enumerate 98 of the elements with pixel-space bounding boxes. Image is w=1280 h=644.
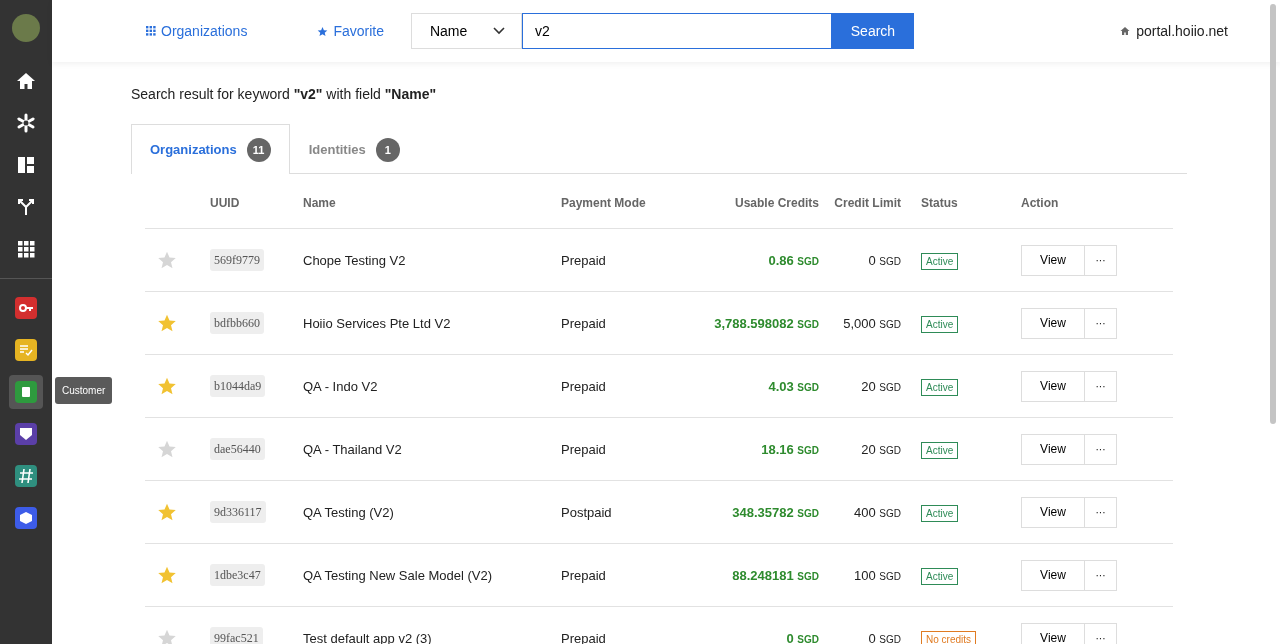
count-badge: 1 <box>375 137 400 162</box>
search-field[interactable]: v2 <box>521 13 832 49</box>
tab[interactable]: Organizations 11 <box>131 124 290 174</box>
column-header: Credit Limit <box>833 196 902 210</box>
star-icon[interactable] <box>157 250 177 270</box>
usable-credits-cell-text: 88.248181 SGD <box>731 567 819 583</box>
status-tag: Active <box>921 441 959 459</box>
uuid-tag: 569f9779 <box>210 249 264 271</box>
search-result-heading: Search result for keyword "v2" with field "Name" <box>131 86 438 102</box>
usable-credits-cell-text: 348.35782 SGD <box>731 504 819 520</box>
field-dropdown[interactable]: Name <box>410 13 522 49</box>
star-icon[interactable] <box>157 376 177 396</box>
customer-app-button[interactable] <box>15 381 37 403</box>
asterisk-icon <box>16 113 36 133</box>
column-header: UUID <box>210 196 241 210</box>
star-icon[interactable] <box>157 313 177 333</box>
view-button[interactable]: View <box>1021 244 1085 276</box>
column-header: Usable Credits <box>733 196 819 210</box>
home-icon <box>16 71 36 91</box>
star-icon[interactable] <box>157 502 177 522</box>
home-icon <box>1120 26 1131 36</box>
column-header: Name <box>303 196 337 210</box>
fork-icon <box>16 197 36 217</box>
table-cell-text: Prepaid <box>561 441 607 457</box>
key-app-button[interactable] <box>15 297 37 319</box>
table-cell-text: Prepaid <box>561 315 607 331</box>
table-cell-text: Prepaid <box>561 252 607 268</box>
usable-credits-cell-text: 3,788.598082 SGD <box>713 315 819 331</box>
hash-app-button[interactable] <box>15 465 37 487</box>
more-button[interactable]: ··· <box>1085 307 1117 339</box>
usable-credits-cell-text: 4.03 SGD <box>767 378 819 394</box>
more-button[interactable]: ··· <box>1085 622 1117 644</box>
grid-icon <box>16 239 36 259</box>
uuid-tag: b1044da9 <box>210 375 266 397</box>
favorite-link[interactable]: Favorite <box>317 23 384 39</box>
checklist-icon <box>18 342 34 358</box>
tab[interactable]: Identities 1 <box>289 124 419 174</box>
credit-limit-cell-text: 5,000 SGD <box>842 315 902 331</box>
usable-credits-cell-text: 0.86 SGD <box>767 252 819 268</box>
credit-limit-cell-text: 20 SGD <box>860 441 902 457</box>
more-button[interactable]: ··· <box>1085 433 1117 465</box>
view-button[interactable]: View <box>1021 433 1085 465</box>
more-button[interactable]: ··· <box>1085 559 1117 591</box>
box-app-button[interactable] <box>15 507 37 529</box>
status-tag: Active <box>921 378 959 396</box>
table-cell-text: Prepaid <box>561 378 607 394</box>
credit-limit-cell-text: 0 SGD <box>867 630 902 644</box>
star-icon[interactable] <box>157 565 177 585</box>
table-cell-text: Chope Testing V2 <box>303 252 407 268</box>
grid-icon <box>146 26 156 36</box>
uuid-tag: 99fac521 <box>210 627 263 644</box>
domain-text: portal.hoiio.net <box>1136 23 1228 39</box>
dashboard-icon <box>16 155 36 175</box>
view-button[interactable]: View <box>1021 496 1085 528</box>
organizations-link[interactable]: Organizations <box>146 23 248 39</box>
table-cell-text: QA Testing New Sale Model (V2) <box>303 567 494 583</box>
star-icon[interactable] <box>157 439 177 459</box>
view-button[interactable]: View <box>1021 307 1085 339</box>
column-header: Action <box>1021 196 1060 210</box>
more-button[interactable]: ··· <box>1085 370 1117 402</box>
status-tag: Active <box>921 252 959 270</box>
credit-limit-cell-text: 100 SGD <box>853 567 902 583</box>
hash-icon <box>18 468 34 484</box>
usable-credits-cell-text: 0 SGD <box>785 630 819 644</box>
shield-app-button[interactable] <box>15 423 37 445</box>
uuid-tag: 9d336117 <box>210 501 266 523</box>
usable-credits-cell-text: 18.16 SGD <box>760 441 819 457</box>
tooltip: Customer <box>55 377 113 404</box>
uuid-tag: 1dbe3c47 <box>210 564 265 586</box>
view-button[interactable]: View <box>1021 370 1085 402</box>
status-tag: Active <box>921 315 959 333</box>
table-cell-text: Prepaid <box>561 567 607 583</box>
table-cell-text: Hoiio Services Pte Ltd V2 <box>303 315 452 331</box>
status-tag: No credits <box>921 630 976 644</box>
credit-limit-cell-text: 400 SGD <box>853 504 902 520</box>
more-button[interactable]: ··· <box>1085 244 1117 276</box>
credit-limit-cell-text: 0 SGD <box>867 252 902 268</box>
table-cell-text: Postpaid <box>561 504 613 520</box>
column-header: Payment Mode <box>561 196 647 210</box>
star-icon <box>317 25 329 37</box>
checklist-app-button[interactable] <box>15 339 37 361</box>
table-cell-text: QA Testing (V2) <box>303 504 395 520</box>
table-cell-text: QA - Indo V2 <box>303 378 379 394</box>
view-button[interactable]: View <box>1021 559 1085 591</box>
credit-limit-cell-text: 20 SGD <box>860 378 902 394</box>
uuid-tag: bdfbb660 <box>210 312 264 334</box>
count-badge: 11 <box>246 137 271 162</box>
more-button[interactable]: ··· <box>1085 496 1117 528</box>
uuid-tag: dae56440 <box>210 438 265 460</box>
table-cell-text: QA - Thailand V2 <box>303 441 403 457</box>
avatar-photo-placeholder <box>12 14 40 42</box>
status-tag: Active <box>921 504 959 522</box>
star-icon[interactable] <box>157 628 177 644</box>
chevron-down-icon <box>492 27 505 35</box>
view-button[interactable]: View <box>1021 622 1085 644</box>
column-header: Status <box>921 196 959 210</box>
search-button[interactable]: Search <box>831 13 914 49</box>
status-tag: Active <box>921 567 959 585</box>
